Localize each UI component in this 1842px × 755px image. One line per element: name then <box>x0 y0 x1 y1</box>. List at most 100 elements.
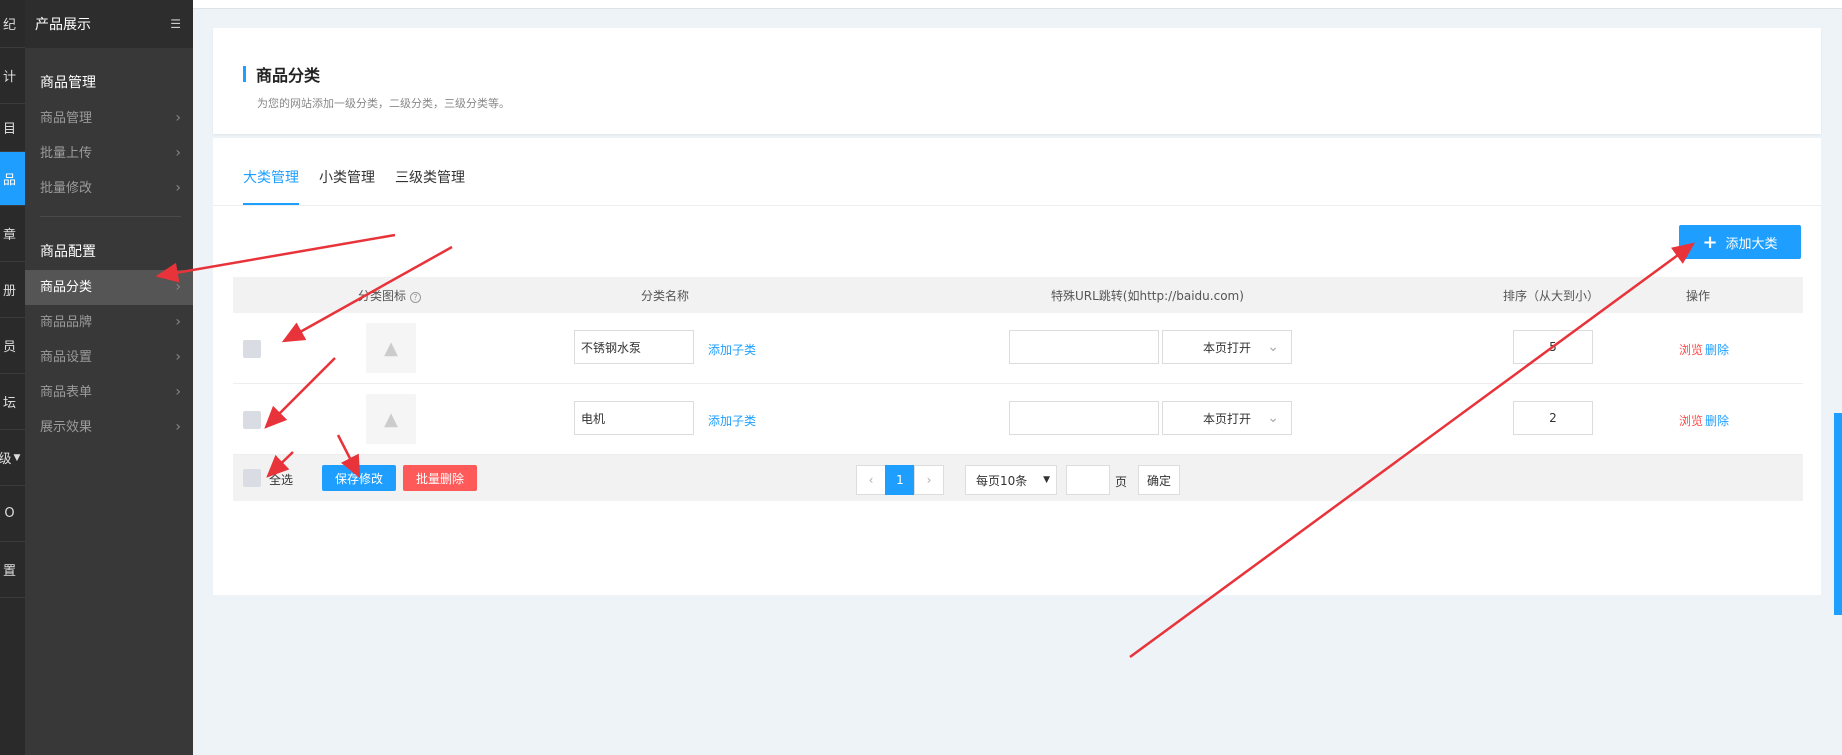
delete-link[interactable]: 删除 <box>1705 412 1729 429</box>
delete-link[interactable]: 删除 <box>1705 341 1729 358</box>
rail-item[interactable]: 员 <box>0 318 25 374</box>
rail-label: 员 <box>2 340 16 355</box>
chevron-right-icon: › <box>175 180 181 196</box>
chevron-down-icon: ⌄ <box>1267 339 1279 355</box>
sidebar-item-label: 商品管理 <box>40 111 93 126</box>
table-row: ▲ 不锈钢水泵 添加子类 本页打开 ⌄ 5 浏览 删除 <box>233 313 1803 384</box>
column-header-url: 特殊URL跳转(如http://baidu.com) <box>1051 288 1244 303</box>
plus-icon: + <box>1702 231 1718 253</box>
prev-page-button[interactable]: ‹ <box>856 465 886 495</box>
column-header-icon: 分类图标 ? <box>358 287 421 304</box>
order-input[interactable]: 2 <box>1513 401 1593 435</box>
category-icon-thumbnail[interactable]: ▲ <box>366 394 416 444</box>
rail-label: 章 <box>2 228 16 243</box>
collapse-menu-icon[interactable]: ☰ <box>170 17 181 31</box>
app-rail: 纪 计 目 品 章 册 员 坛 级▼ O 置 <box>0 0 25 755</box>
open-target-value: 本页打开 <box>1203 411 1252 426</box>
rail-item-active[interactable]: 品 <box>0 152 25 206</box>
sidebar-item-display[interactable]: 展示效果 › <box>25 410 193 445</box>
sidebar-header: 产品展示 ☰ <box>25 0 193 48</box>
url-input[interactable] <box>1009 401 1159 435</box>
main-content: 商品分类 为您的网站添加一级分类，二级分类，三级分类等。 大类管理 小类管理 三… <box>213 28 1821 595</box>
rail-item[interactable]: 目 <box>0 104 25 152</box>
sidebar-group-label: 商品配置 <box>40 244 96 260</box>
sidebar: 产品展示 ☰ 商品管理 商品管理 › 批量上传 › 批量修改 › 商品配置 商品分类 ›… <box>25 0 193 755</box>
rail-label: 计 <box>2 70 16 85</box>
sidebar-item-brand[interactable]: 商品品牌 › <box>25 305 193 340</box>
column-header-label: 分类图标 <box>358 288 407 303</box>
sidebar-group-label: 商品管理 <box>40 75 96 91</box>
rail-label: 置 <box>2 564 16 579</box>
sidebar-item-batch-upload[interactable]: 批量上传 › <box>25 136 193 171</box>
rail-item[interactable]: 章 <box>0 206 25 262</box>
rail-item[interactable]: 坛 <box>0 374 25 430</box>
title-accent-bar <box>243 66 246 82</box>
rail-label: O <box>4 506 15 521</box>
category-icon-thumbnail[interactable]: ▲ <box>366 323 416 373</box>
floating-side-tab[interactable] <box>1834 413 1842 615</box>
sidebar-item-category[interactable]: 商品分类 › <box>25 270 193 305</box>
rail-item[interactable]: 级▼ <box>0 430 25 486</box>
row-checkbox[interactable] <box>243 340 261 358</box>
chevron-down-icon: ⌄ <box>1267 410 1279 426</box>
chevron-right-icon: › <box>175 314 181 330</box>
tab-major-category[interactable]: 大类管理 <box>243 167 299 205</box>
page-subtitle: 为您的网站添加一级分类，二级分类，三级分类等。 <box>257 97 510 110</box>
url-input[interactable] <box>1009 330 1159 364</box>
add-subcategory-link[interactable]: 添加子类 <box>708 341 756 358</box>
order-input[interactable]: 5 <box>1513 330 1593 364</box>
sidebar-item-label: 批量上传 <box>40 146 93 161</box>
rail-item[interactable]: 置 <box>0 542 25 598</box>
per-page-value: 每页10条 <box>976 473 1028 488</box>
add-category-label: 添加大类 <box>1725 236 1778 252</box>
rail-item[interactable]: 册 <box>0 262 25 318</box>
chevron-right-icon: › <box>175 419 181 435</box>
open-target-select[interactable]: 本页打开 ⌄ <box>1162 330 1292 364</box>
page-number-current[interactable]: 1 <box>885 465 915 495</box>
sidebar-item-label: 商品设置 <box>40 350 93 365</box>
chevron-right-icon: › <box>175 279 181 295</box>
sidebar-item-label: 商品表单 <box>40 385 93 400</box>
column-header-name: 分类名称 <box>641 288 690 303</box>
per-page-select[interactable]: 每页10条 ▼ <box>965 465 1057 495</box>
category-name-input[interactable]: 不锈钢水泵 <box>574 330 694 364</box>
next-page-button[interactable]: › <box>914 465 944 495</box>
browse-link[interactable]: 浏览 <box>1679 412 1703 429</box>
rail-label: 目 <box>2 122 16 137</box>
sidebar-item-label: 商品分类 <box>40 280 93 295</box>
caret-down-icon: ▼ <box>13 452 21 463</box>
table-row: ▲ 电机 添加子类 本页打开 ⌄ 2 浏览 删除 <box>233 384 1803 455</box>
rail-label: 级 <box>0 448 12 467</box>
rail-label: 纪 <box>2 18 16 33</box>
pagination: ‹ 1 › 每页10条 ▼ 页 确定 <box>213 465 1821 495</box>
tab-third-category[interactable]: 三级类管理 <box>395 167 465 205</box>
table-header: 分类图标 ? 分类名称 特殊URL跳转(如http://baidu.com) 排… <box>233 277 1803 313</box>
page-jump-input[interactable] <box>1066 465 1110 495</box>
help-icon[interactable]: ? <box>409 291 421 303</box>
rail-item[interactable]: O <box>0 486 25 542</box>
chevron-right-icon: › <box>175 145 181 161</box>
chevron-right-icon: › <box>175 384 181 400</box>
row-checkbox[interactable] <box>243 411 261 429</box>
open-target-select[interactable]: 本页打开 ⌄ <box>1162 401 1292 435</box>
rail-label: 册 <box>2 284 16 299</box>
sidebar-item-product-manage[interactable]: 商品管理 › <box>25 101 193 136</box>
tab-minor-category[interactable]: 小类管理 <box>319 167 375 205</box>
sidebar-divider <box>40 216 181 217</box>
tab-bar: 大类管理 小类管理 三级类管理 <box>213 138 1821 206</box>
top-bar <box>193 0 1842 9</box>
sidebar-item-label: 商品品牌 <box>40 315 93 330</box>
add-subcategory-link[interactable]: 添加子类 <box>708 412 756 429</box>
category-panel: 大类管理 小类管理 三级类管理 + 添加大类 分类图标 ? 分类名称 特殊URL… <box>213 138 1821 595</box>
sidebar-item-batch-edit[interactable]: 批量修改 › <box>25 171 193 206</box>
rail-item[interactable]: 计 <box>0 48 25 104</box>
sidebar-item-settings[interactable]: 商品设置 › <box>25 340 193 375</box>
add-category-button[interactable]: + 添加大类 <box>1679 225 1801 259</box>
page-jump-confirm-button[interactable]: 确定 <box>1138 465 1180 495</box>
sidebar-title: 产品展示 <box>35 17 91 33</box>
sidebar-item-form[interactable]: 商品表单 › <box>25 375 193 410</box>
rail-item[interactable]: 纪 <box>0 0 25 48</box>
category-name-input[interactable]: 电机 <box>574 401 694 435</box>
chevron-right-icon: › <box>175 110 181 126</box>
browse-link[interactable]: 浏览 <box>1679 341 1703 358</box>
